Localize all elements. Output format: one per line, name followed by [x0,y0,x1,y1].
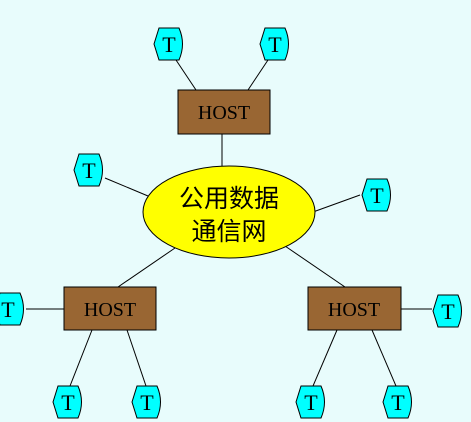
host-left: HOST [63,286,157,331]
host-right: HOST [307,286,402,331]
terminal-top-right: T [259,27,289,61]
terminal-mid-right: T [361,178,391,212]
host-left-label: HOST [84,299,136,321]
terminal-far-right-label: T [441,299,455,324]
host-top-label: HOST [198,102,250,124]
terminal-bottom-3: T [295,385,325,419]
public-data-network-label-line1: 公用数据 [179,185,279,213]
link-right-host-terminal-bottom-left [312,329,338,387]
terminal-far-left-label: T [1,297,15,322]
terminal-mid-right-label: T [370,183,384,208]
terminal-top-left: T [153,27,183,61]
link-center-terminal-left [104,177,149,197]
link-center-terminal-right [312,194,361,213]
link-top-host-terminal-right [247,59,269,91]
link-top-host-terminal-left [175,59,197,91]
link-center-left-host [117,247,176,288]
host-right-label: HOST [328,299,380,321]
terminal-bottom-4: T [382,385,412,419]
terminal-top-right-label: T [268,32,282,57]
terminal-far-right: T [432,294,462,328]
network-diagram: 公用数据 通信网 HOST HOST HOST T T T T T T T T … [0,27,462,419]
terminal-bottom-1: T [52,385,82,419]
terminal-bottom-1-label: T [61,390,75,415]
public-data-network-label-line2: 通信网 [191,218,266,246]
link-right-host-terminal-bottom-right [371,329,397,387]
link-left-host-terminal-bottom-left [69,329,93,387]
terminal-bottom-3-label: T [304,390,318,415]
terminal-bottom-2: T [131,385,161,419]
link-center-right-host [284,245,346,288]
terminal-mid-left: T [73,153,103,187]
public-data-network: 公用数据 通信网 [142,165,316,259]
terminal-bottom-2-label: T [140,390,154,415]
terminal-mid-left-label: T [82,158,96,183]
terminal-bottom-4-label: T [391,390,405,415]
host-top: HOST [177,89,271,135]
link-left-host-terminal-bottom-right [126,329,147,387]
terminal-top-left-label: T [162,32,176,57]
terminal-far-left: T [0,292,24,326]
